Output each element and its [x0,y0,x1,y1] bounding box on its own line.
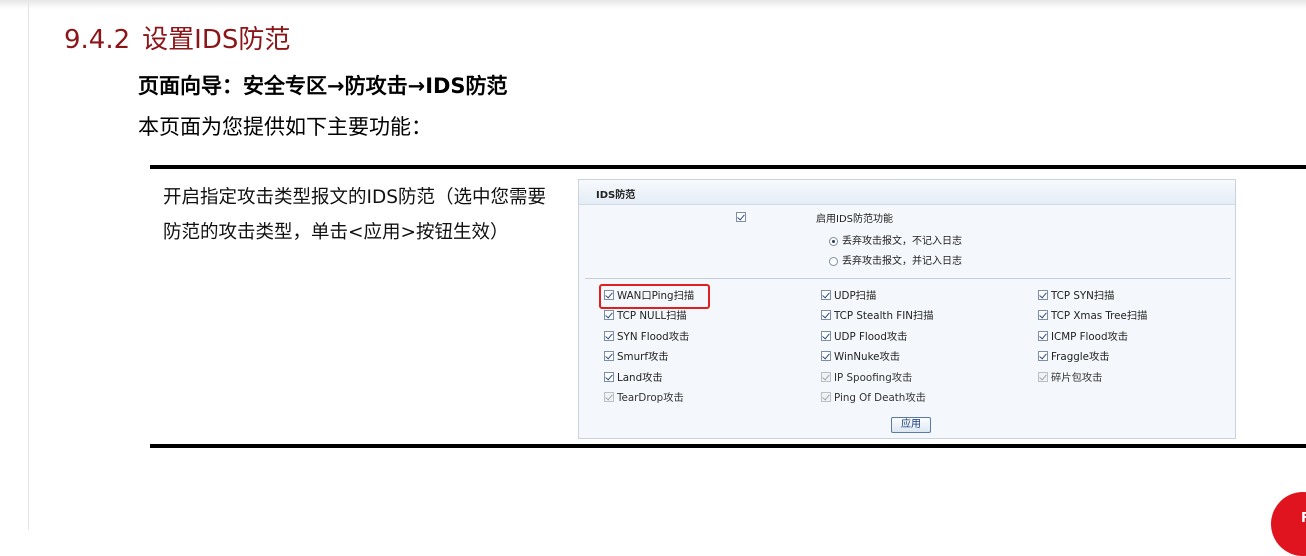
attack-label: TearDrop攻击 [617,392,684,404]
drop-with-log-option[interactable]: 丢弃攻击报文，并记入日志 [829,252,962,267]
attack-checkbox[interactable] [821,331,831,341]
attack-ping-of-death: Ping Of Death攻击 [821,391,926,405]
highlight-box [599,284,710,309]
attack-label: TCP Xmas Tree扫描 [1051,310,1148,322]
attack-label: SYN Flood攻击 [617,331,690,343]
top-shadow [0,0,1306,9]
feature-description: 开启指定攻击类型报文的IDS防范（选中您需要防范的攻击类型，单击<应用>按钮生效… [163,187,546,243]
ids-settings-panel: IDS防范 启用IDS防范功能 丢弃攻击报文，不记入日志 丢弃攻击报文，并记入日… [578,179,1236,439]
left-margin-rule [28,0,29,530]
attack-fragment-packet: 碎片包攻击 [1038,371,1102,385]
corner-badge-text: F [1301,511,1306,526]
drop-with-log-radio[interactable] [829,256,838,266]
attack-label: TCP Stealth FIN扫描 [834,310,934,322]
attack-checkbox[interactable] [821,290,831,300]
attack-label: TCP SYN扫描 [1051,290,1115,302]
apply-button[interactable]: 应用 [891,417,931,433]
drop-no-log-label: 丢弃攻击报文，不记入日志 [842,236,962,247]
attack-checkbox[interactable] [604,372,614,382]
drop-with-log-label: 丢弃攻击报文，并记入日志 [842,256,962,267]
attack-checkbox [821,392,831,402]
intro-text: 本页面为您提供如下主要功能： [138,115,432,139]
attack-label: 碎片包攻击 [1051,372,1103,384]
attack-tcp-syn-scan[interactable]: TCP SYN扫描 [1038,289,1114,303]
attack-checkbox [1038,372,1048,382]
attack-checkbox[interactable] [1038,331,1048,341]
attack-udp-flood[interactable]: UDP Flood攻击 [821,330,907,344]
attack-label: UDP Flood攻击 [834,331,908,343]
attack-tcp-stealth-fin-scan[interactable]: TCP Stealth FIN扫描 [821,309,934,323]
section-title-text: 设置IDS防范 [142,25,291,55]
table-bottom-rule [150,444,1306,448]
attack-tcp-null-scan[interactable]: TCP NULL扫描 [604,309,687,323]
attack-checkbox[interactable] [1038,310,1048,320]
attack-label: IP Spoofing攻击 [834,372,913,384]
section-number: 9.4.2 [64,25,131,55]
enable-ids-label: 启用IDS防范功能 [816,214,893,225]
attack-checkbox[interactable] [604,310,614,320]
attack-checkbox[interactable] [604,331,614,341]
panel-title: IDS防范 [596,190,636,201]
drop-no-log-radio[interactable] [829,236,838,246]
attack-label: Ping Of Death攻击 [834,392,926,404]
attack-checkbox[interactable] [1038,351,1048,361]
nav-guide: 页面向导：安全专区→防攻击→IDS防范 [138,74,508,98]
attack-smurf[interactable]: Smurf攻击 [604,350,669,364]
corner-badge[interactable]: F [1271,492,1306,556]
attack-checkbox [821,372,831,382]
attack-label: Fraggle攻击 [1051,351,1110,363]
attack-checkbox[interactable] [821,310,831,320]
panel-header: IDS防范 [579,180,1235,205]
attack-teardrop: TearDrop攻击 [604,391,684,405]
attack-checkbox[interactable] [1038,290,1048,300]
attack-icmp-flood[interactable]: ICMP Flood攻击 [1038,330,1128,344]
panel-divider [585,278,1231,279]
attack-label: UDP扫描 [834,290,877,302]
attack-checkbox [604,392,614,402]
drop-no-log-option[interactable]: 丢弃攻击报文，不记入日志 [829,232,962,247]
section-title: 9.4.2 设置IDS防范 [64,19,290,56]
attack-winnuke[interactable]: WinNuke攻击 [821,350,900,364]
attack-label: TCP NULL扫描 [617,310,687,322]
attack-label: WinNuke攻击 [834,351,901,363]
attack-udp-scan[interactable]: UDP扫描 [821,289,876,303]
attack-checkbox[interactable] [604,351,614,361]
attack-label: ICMP Flood攻击 [1051,331,1129,343]
enable-ids-checkbox[interactable] [736,212,746,222]
attack-syn-flood[interactable]: SYN Flood攻击 [604,330,689,344]
attack-land[interactable]: Land攻击 [604,371,663,385]
table-top-rule [150,165,1306,169]
attack-ip-spoofing: IP Spoofing攻击 [821,371,912,385]
attack-fraggle[interactable]: Fraggle攻击 [1038,350,1110,364]
attack-checkbox[interactable] [821,351,831,361]
attack-label: Land攻击 [617,372,663,384]
attack-label: Smurf攻击 [617,351,669,363]
attack-tcp-xmas-tree-scan[interactable]: TCP Xmas Tree扫描 [1038,309,1147,323]
